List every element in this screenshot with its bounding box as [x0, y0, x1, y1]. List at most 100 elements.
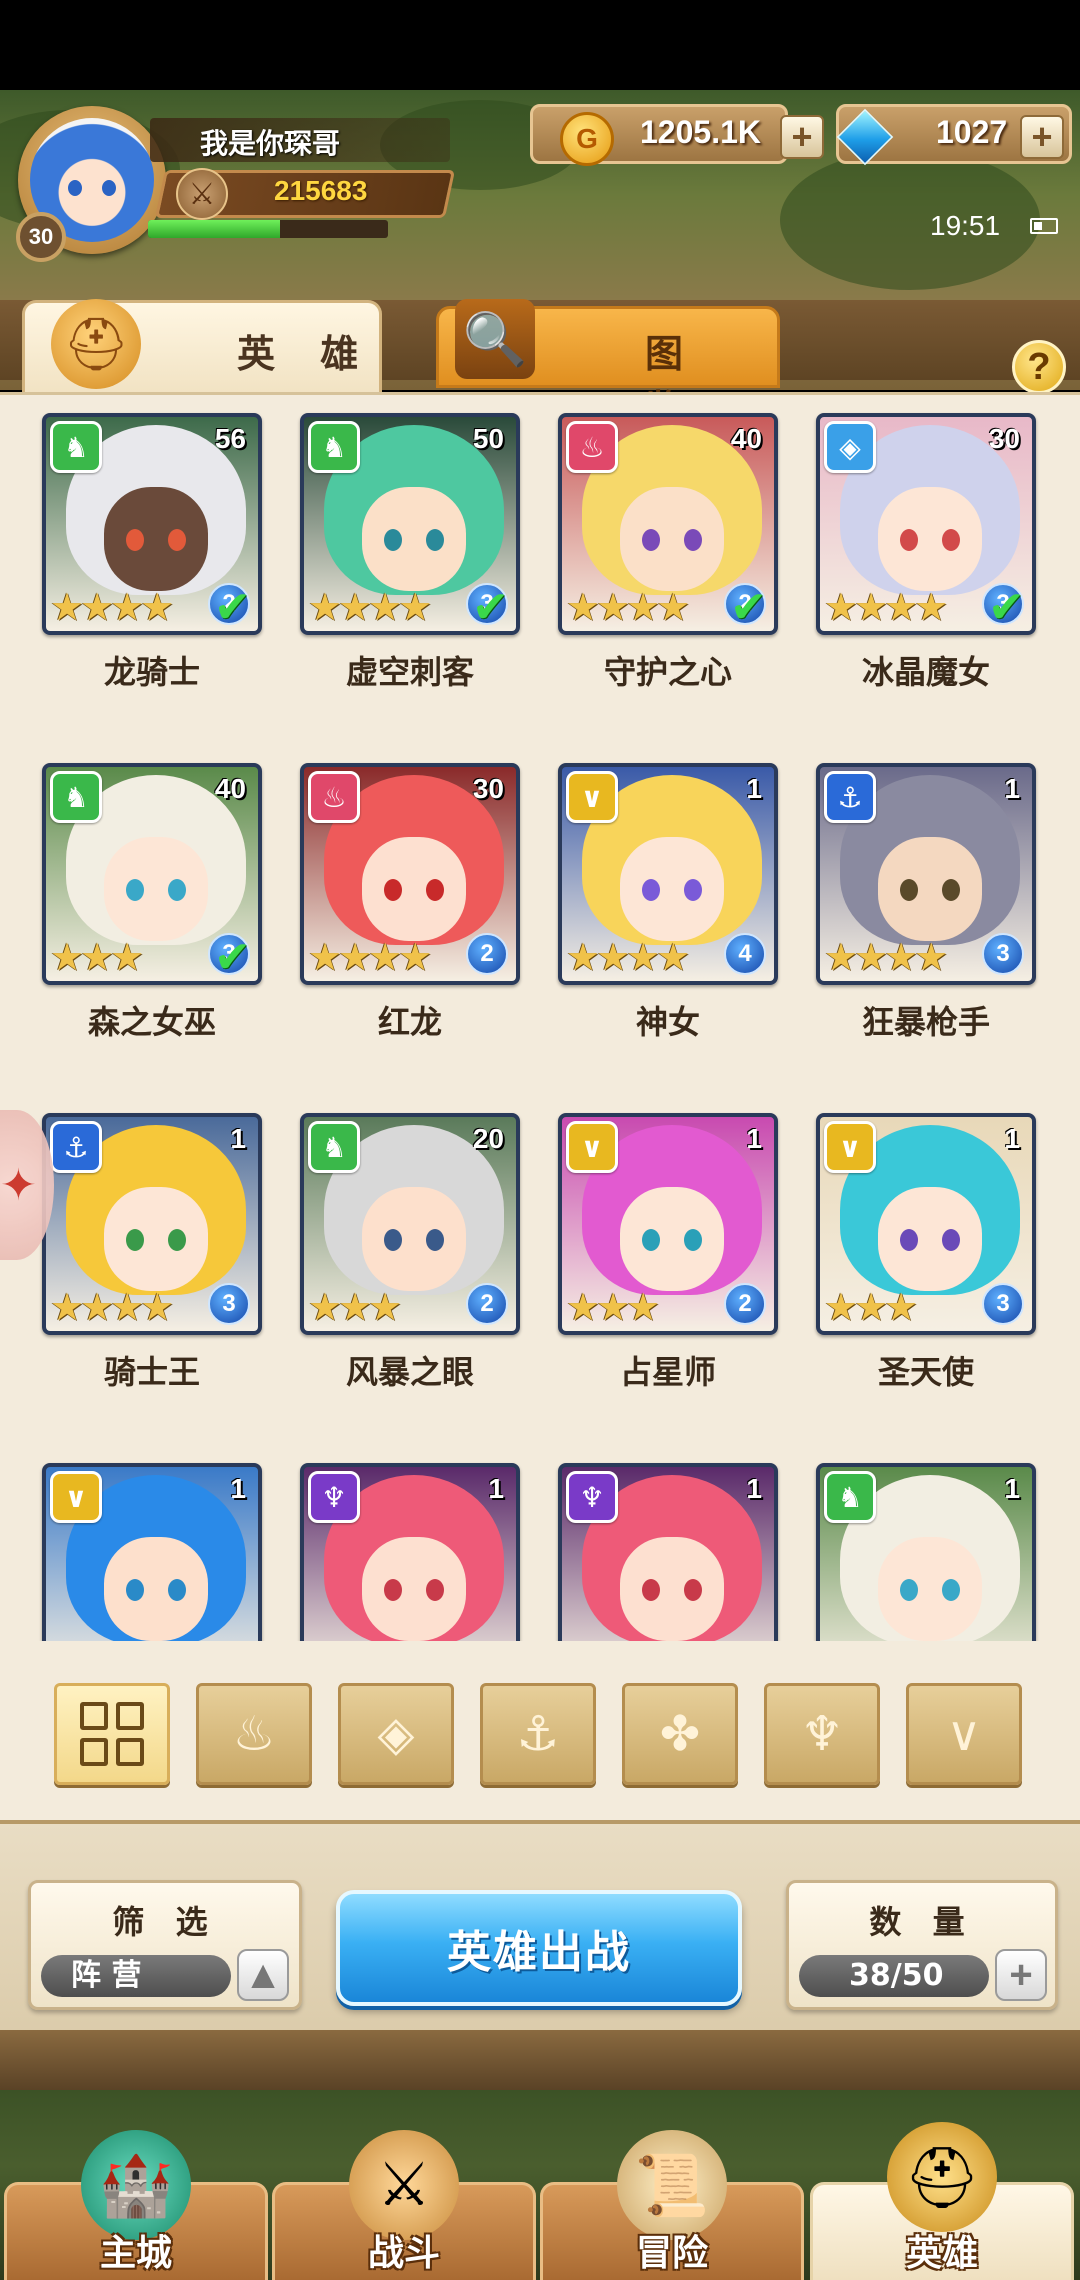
- hero-portrait[interactable]: ♨ 40 ★★★★ 2 ✔: [558, 413, 778, 635]
- deployed-check-icon: ✔: [472, 582, 509, 633]
- hero-level: 30: [472, 773, 504, 804]
- hero-card[interactable]: ∨ 1 ★★★ 3 圣天使: [816, 1113, 1036, 1393]
- nav-adventure[interactable]: 📜 冒险: [540, 2130, 804, 2280]
- light-faction-icon: ∨: [50, 1471, 102, 1523]
- nav-main-city[interactable]: 🏰 主城: [4, 2130, 268, 2280]
- hero-card[interactable]: ♆ 1: [300, 1463, 520, 1641]
- hero-face: [104, 487, 208, 591]
- hero-card[interactable]: ♞ 20 ★★★ 2 风暴之眼: [300, 1113, 520, 1393]
- filter-beast-button[interactable]: ✤: [622, 1683, 738, 1785]
- hero-card[interactable]: ♆ 1: [558, 1463, 778, 1641]
- filter-value[interactable]: 阵 营: [41, 1955, 231, 1997]
- hero-name: 风暴之眼: [345, 1353, 474, 1391]
- hero-portrait[interactable]: ♞ 1: [816, 1463, 1036, 1641]
- filter-dropdown-button[interactable]: ▲: [237, 1949, 289, 2001]
- hero-face: [104, 837, 208, 941]
- combat-power: 215683: [274, 175, 368, 206]
- hero-portrait[interactable]: ⚓ 1 ★★★★ 3: [816, 763, 1036, 985]
- beast-faction-icon: ✤: [659, 1706, 701, 1762]
- hero-portrait[interactable]: ∨ 1 ★★★ 2: [558, 1113, 778, 1335]
- expand-capacity-button[interactable]: +: [995, 1949, 1047, 2001]
- gem-amount: 1027: [936, 114, 1008, 150]
- hero-eye: [168, 1229, 186, 1251]
- filter-dark-button[interactable]: ♆: [764, 1683, 880, 1785]
- hero-grade-badge: 4: [724, 933, 766, 975]
- event-icon: ✦: [0, 1160, 37, 1211]
- hero-stars: ★★★: [50, 935, 144, 979]
- nav-heroes[interactable]: ⛑ 英雄: [810, 2122, 1074, 2280]
- tab-heroes[interactable]: ⛑ 英 雄: [22, 299, 382, 396]
- hero-portrait[interactable]: ♞ 56 ★★★★ 2 ✔: [42, 413, 262, 635]
- hero-portrait[interactable]: ∨ 1: [42, 1463, 262, 1641]
- hero-card[interactable]: ♨ 30 ★★★★ 2 红龙: [300, 763, 520, 1043]
- deploy-heroes-button[interactable]: 英雄出战: [336, 1890, 742, 2006]
- hero-stars: ★★★★: [308, 585, 432, 629]
- hero-eye: [426, 1579, 444, 1601]
- nav-adventure-label: 冒险: [635, 2233, 708, 2274]
- nav-heroes-label: 英雄: [905, 2233, 978, 2274]
- dark-faction-icon: ♆: [566, 1471, 618, 1523]
- hero-card[interactable]: ♞ 56 ★★★★ 2 ✔ 龙骑士: [42, 413, 262, 693]
- hero-face: [104, 1537, 208, 1641]
- hero-eye: [426, 1229, 444, 1251]
- filter-anchor-button[interactable]: ⚓: [480, 1683, 596, 1785]
- hero-helmet-icon: ⛑: [887, 2122, 997, 2232]
- hero-face: [878, 487, 982, 591]
- hero-card[interactable]: ∨ 1 ★★★ 2 占星师: [558, 1113, 778, 1393]
- hero-eye: [942, 1579, 960, 1601]
- hero-eye: [900, 879, 918, 901]
- hero-eye: [384, 1579, 402, 1601]
- hero-eye: [900, 529, 918, 551]
- hero-face: [620, 1537, 724, 1641]
- hero-card[interactable]: ◈ 30 ★★★★ 3 ✔ 冰晶魔女: [816, 413, 1036, 693]
- hero-card[interactable]: ♨ 40 ★★★★ 2 ✔ 守护之心: [558, 413, 778, 693]
- hero-portrait[interactable]: ♞ 40 ★★★ 3 ✔: [42, 763, 262, 985]
- hero-card[interactable]: ∨ 1: [42, 1463, 262, 1641]
- hero-portrait[interactable]: ♨ 30 ★★★★ 2: [300, 763, 520, 985]
- hero-name: 虚空刺客: [345, 653, 474, 691]
- hero-grade-badge: 3: [208, 1283, 250, 1325]
- hero-name: 守护之心: [603, 653, 732, 691]
- hero-face: [362, 837, 466, 941]
- hero-name: 神女: [635, 1003, 700, 1041]
- hero-card[interactable]: ∨ 1 ★★★★ 4 神女: [558, 763, 778, 1043]
- hero-count: 38/50: [799, 1955, 989, 1997]
- hero-stars: ★★★★: [824, 585, 948, 629]
- hero-level: 20: [472, 1123, 504, 1154]
- hero-card[interactable]: ♞ 50 ★★★★ 3 ✔ 虚空刺客: [300, 413, 520, 693]
- hero-eye: [684, 1229, 702, 1251]
- hero-portrait[interactable]: ♆ 1: [558, 1463, 778, 1641]
- hero-grade-badge: 2: [724, 1283, 766, 1325]
- hero-card[interactable]: ♞ 1: [816, 1463, 1036, 1641]
- beast-faction-icon: ♞: [824, 1471, 876, 1523]
- hero-eye: [942, 529, 960, 551]
- filter-ice-button[interactable]: ◈: [338, 1683, 454, 1785]
- anchor-faction-icon: ⚓: [516, 1706, 560, 1762]
- help-button[interactable]: ?: [1012, 340, 1066, 394]
- nav-battle[interactable]: ⚔ 战斗: [272, 2130, 536, 2280]
- hero-portrait[interactable]: ⚓ 1 ★★★★ 3: [42, 1113, 262, 1335]
- add-gold-button[interactable]: +: [780, 115, 824, 159]
- filter-light-button[interactable]: ∨: [906, 1683, 1022, 1785]
- hero-card[interactable]: ⚓ 1 ★★★★ 3 狂暴枪手: [816, 763, 1036, 1043]
- hero-stars: ★★★★: [50, 1285, 174, 1329]
- hero-eye: [384, 879, 402, 901]
- hero-eye: [900, 1579, 918, 1601]
- hero-portrait[interactable]: ♞ 50 ★★★★ 3 ✔: [300, 413, 520, 635]
- hero-card[interactable]: ⚓ 1 ★★★★ 3 骑士王: [42, 1113, 262, 1393]
- hero-name: 狂暴枪手: [861, 1003, 990, 1041]
- add-gems-button[interactable]: +: [1020, 115, 1064, 159]
- filter-fire-button[interactable]: ♨: [196, 1683, 312, 1785]
- filter-title: 筛 选: [112, 1903, 218, 1941]
- hero-card[interactable]: ♞ 40 ★★★ 3 ✔ 森之女巫: [42, 763, 262, 1043]
- hero-portrait[interactable]: ∨ 1 ★★★★ 4: [558, 763, 778, 985]
- filter-all-button[interactable]: [54, 1683, 170, 1785]
- hero-portrait[interactable]: ♆ 1: [300, 1463, 520, 1641]
- hero-portrait[interactable]: ◈ 30 ★★★★ 3 ✔: [816, 413, 1036, 635]
- nav-main-city-label: 主城: [99, 2233, 172, 2274]
- hero-name: 冰晶魔女: [861, 653, 990, 691]
- tab-codex[interactable]: 🔍 图 鉴: [436, 299, 780, 431]
- hero-portrait[interactable]: ♞ 20 ★★★ 2: [300, 1113, 520, 1335]
- hero-portrait[interactable]: ∨ 1 ★★★ 3: [816, 1113, 1036, 1335]
- hero-level: 30: [988, 423, 1020, 454]
